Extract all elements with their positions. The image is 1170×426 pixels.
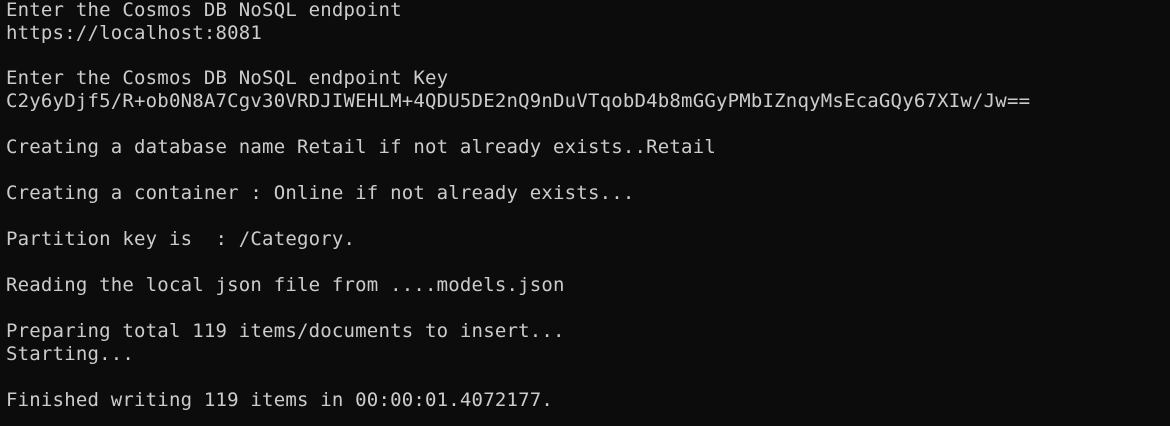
status-database: Creating a database name Retail if not a… bbox=[6, 136, 716, 158]
status-preparing: Preparing total 119 items/documents to i… bbox=[6, 320, 565, 342]
terminal-window[interactable]: Enter the Cosmos DB NoSQL endpoint https… bbox=[0, 0, 1170, 426]
status-partition-key: Partition key is : /Category. bbox=[6, 228, 356, 250]
prompt-endpoint-key: Enter the Cosmos DB NoSQL endpoint Key bbox=[6, 67, 449, 89]
status-reading-file: Reading the local json file from ....mod… bbox=[6, 274, 565, 296]
prompt-endpoint: Enter the Cosmos DB NoSQL endpoint bbox=[6, 0, 402, 21]
endpoint-key-value: C2y6yDjf5/R+ob0N8A7Cgv30VRDJIWEHLM+4QDU5… bbox=[6, 90, 1031, 112]
endpoint-value: https://localhost:8081 bbox=[6, 22, 263, 44]
status-starting: Starting... bbox=[6, 343, 135, 365]
status-container: Creating a container : Online if not alr… bbox=[6, 182, 635, 204]
status-finished: Finished writing 119 items in 00:00:01.4… bbox=[6, 389, 554, 411]
